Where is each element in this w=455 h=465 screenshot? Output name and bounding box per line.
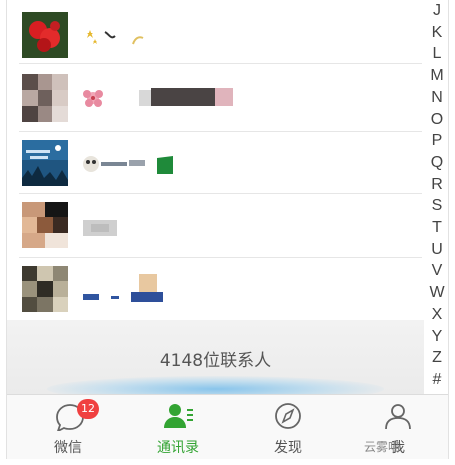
contact-row[interactable] [7, 194, 422, 258]
contacts-screen: J K L M N O P Q R S T U V W X Y Z # 4148位联系人 12 微信 [6, 0, 449, 459]
index-letter[interactable]: Y [424, 326, 448, 348]
index-letter[interactable]: V [424, 260, 448, 282]
contact-row[interactable] [7, 258, 422, 320]
index-letter[interactable]: Z [424, 347, 448, 369]
contacts-icon [161, 401, 195, 431]
index-letter[interactable]: X [424, 304, 448, 326]
tab-label: 发现 [274, 440, 302, 456]
index-letter[interactable]: S [424, 195, 448, 217]
index-letter[interactable]: N [424, 87, 448, 109]
contact-name-obscured [81, 24, 161, 48]
index-letter[interactable]: O [424, 109, 448, 131]
index-letter[interactable]: W [424, 282, 448, 304]
contact-name-obscured [81, 272, 171, 306]
watermark-text: 云雾喵 [364, 440, 401, 454]
person-icon [381, 401, 415, 431]
index-letter[interactable]: P [424, 130, 448, 152]
contact-avatar[interactable] [22, 140, 68, 186]
contacts-footer: 4148位联系人 [7, 320, 424, 402]
index-letter[interactable]: K [424, 22, 448, 44]
tab-label: 通讯录 [157, 440, 199, 456]
contact-avatar[interactable] [22, 266, 68, 312]
contact-avatar[interactable] [22, 74, 68, 122]
index-letter[interactable]: T [424, 217, 448, 239]
alphabet-index[interactable]: J K L M N O P Q R S T U V W X Y Z # [424, 0, 448, 392]
index-letter[interactable]: L [424, 43, 448, 65]
index-letter[interactable]: J [424, 0, 448, 22]
contact-name-obscured [81, 152, 191, 176]
contact-row[interactable] [7, 64, 422, 132]
contact-row[interactable] [7, 0, 422, 64]
tab-discover[interactable]: 发现 [233, 395, 343, 459]
unread-badge: 12 [77, 399, 99, 419]
contact-name-obscured [81, 84, 241, 112]
index-letter[interactable]: Q [424, 152, 448, 174]
tab-chats[interactable]: 12 微信 [13, 395, 123, 459]
index-letter[interactable]: # [424, 369, 448, 391]
contact-avatar[interactable] [22, 202, 68, 248]
contact-avatar[interactable] [22, 12, 68, 58]
contact-count: 4148位联系人 [159, 351, 272, 371]
compass-icon [271, 401, 305, 431]
contact-row[interactable] [7, 132, 422, 194]
index-letter[interactable]: M [424, 65, 448, 87]
contact-name-obscured [81, 216, 131, 240]
tab-label: 微信 [54, 440, 82, 456]
index-letter[interactable]: R [424, 174, 448, 196]
tab-contacts[interactable]: 通讯录 [123, 395, 233, 459]
index-letter[interactable]: U [424, 239, 448, 261]
